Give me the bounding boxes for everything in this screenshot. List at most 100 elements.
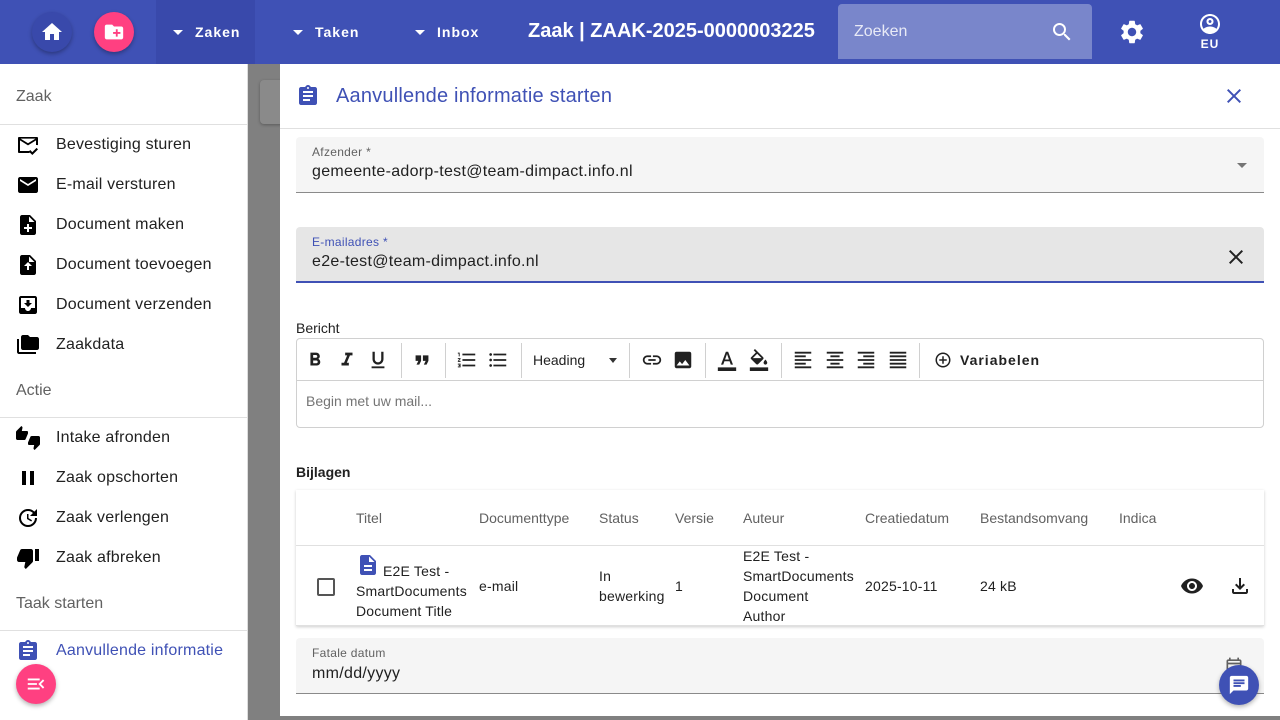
align-left-icon bbox=[794, 351, 812, 369]
link-button[interactable] bbox=[640, 348, 664, 372]
dropdown-arrow-icon bbox=[1237, 163, 1247, 168]
bullet-list-button[interactable] bbox=[486, 348, 510, 372]
cell-status-line: bewerking bbox=[599, 588, 665, 604]
toolbar-divider bbox=[781, 343, 782, 378]
sidebar-item-document-maken[interactable]: Document maken bbox=[0, 205, 247, 245]
fatale-datum-value[interactable]: mm/dd/yyyy bbox=[312, 665, 400, 683]
column-header-bestandsomvang[interactable]: Bestandsomvang bbox=[980, 510, 1088, 526]
heading-select[interactable]: Heading bbox=[533, 352, 585, 368]
fatale-datum-label: Fatale datum bbox=[312, 646, 386, 660]
home-button[interactable] bbox=[32, 12, 72, 52]
section-title-taak-starten: Taak starten bbox=[16, 595, 104, 612]
email-field[interactable]: E-mailadres * e2e-test@team-dimpact.info… bbox=[296, 227, 1264, 283]
pause-icon bbox=[22, 471, 34, 485]
image-button[interactable] bbox=[671, 348, 695, 372]
column-header-creatiedatum[interactable]: Creatiedatum bbox=[865, 510, 949, 526]
mark-email-read-icon bbox=[18, 137, 38, 155]
download-icon bbox=[1232, 578, 1248, 594]
align-center-icon bbox=[826, 351, 844, 369]
notes-button[interactable] bbox=[1219, 665, 1259, 705]
sidebar-item-label: Document verzenden bbox=[56, 296, 212, 313]
message-editor[interactable]: Begin met uw mail... bbox=[296, 380, 1264, 428]
chat-icon bbox=[1229, 675, 1249, 695]
cell-documenttype: e-mail bbox=[479, 578, 519, 594]
toggle-sidebar-button[interactable] bbox=[16, 664, 56, 704]
menu-inbox-button[interactable]: Inbox bbox=[415, 0, 479, 64]
sidebar-item-label: Document maken bbox=[56, 216, 185, 233]
toolbar-divider bbox=[629, 343, 630, 378]
assignment-icon bbox=[19, 640, 37, 660]
quote-icon bbox=[415, 355, 429, 365]
preview-button[interactable] bbox=[1180, 574, 1204, 598]
sidebar-item-document-verzenden[interactable]: Document verzenden bbox=[0, 285, 247, 325]
sidebar-item-label: Zaak verlengen bbox=[56, 509, 170, 526]
cell-titel-line: Document Title bbox=[356, 603, 453, 619]
editor-placeholder: Begin met uw mail... bbox=[306, 393, 433, 409]
column-header-documenttype[interactable]: Documenttype bbox=[479, 510, 569, 526]
text-color-button[interactable] bbox=[715, 348, 739, 372]
bold-icon bbox=[310, 352, 321, 366]
variables-button[interactable]: Variabelen bbox=[934, 348, 1040, 372]
sidebar-item-bevestiging-sturen[interactable]: Bevestiging sturen bbox=[0, 125, 247, 165]
toolbar-divider bbox=[401, 343, 402, 378]
align-center-button[interactable] bbox=[823, 348, 847, 372]
gear-icon bbox=[1121, 20, 1143, 44]
eye-icon bbox=[1181, 578, 1203, 594]
numbered-list-icon bbox=[457, 352, 476, 368]
sidebar-item-intake-afronden[interactable]: Intake afronden bbox=[0, 418, 247, 458]
bold-button[interactable] bbox=[303, 348, 327, 372]
document-icon bbox=[360, 555, 376, 575]
user-menu-button[interactable]: EU bbox=[1190, 12, 1230, 51]
cell-titel-line: SmartDocuments bbox=[356, 583, 467, 599]
sidebar-item-document-toevoegen[interactable]: Document toevoegen bbox=[0, 245, 247, 285]
new-case-button[interactable] bbox=[94, 12, 134, 52]
download-button[interactable] bbox=[1228, 574, 1252, 598]
underline-icon bbox=[371, 351, 385, 369]
align-justify-button[interactable] bbox=[886, 348, 910, 372]
case-actions-sidebar: Zaak Bevestiging sturen E-mail versturen… bbox=[0, 64, 248, 720]
settings-button[interactable] bbox=[1118, 18, 1146, 46]
search-icon bbox=[1053, 23, 1071, 41]
email-label: E-mailadres * bbox=[312, 235, 388, 249]
highlight-color-button[interactable] bbox=[747, 348, 771, 372]
sidebar-item-zaak-afbreken[interactable]: Zaak afbreken bbox=[0, 538, 247, 578]
row-select-checkbox[interactable] bbox=[317, 578, 335, 596]
column-header-titel[interactable]: Titel bbox=[356, 510, 382, 526]
assignment-icon bbox=[296, 84, 320, 108]
search-button[interactable] bbox=[1050, 20, 1074, 44]
clear-email-button[interactable] bbox=[1224, 245, 1248, 269]
fatale-datum-field[interactable]: Fatale datum mm/dd/yyyy bbox=[296, 638, 1264, 694]
menu-zaken-label: Zaken bbox=[195, 24, 241, 40]
search-input[interactable] bbox=[854, 20, 1044, 44]
align-left-button[interactable] bbox=[791, 348, 815, 372]
close-drawer-button[interactable] bbox=[1222, 84, 1246, 108]
quote-button[interactable] bbox=[410, 348, 434, 372]
afzender-value: gemeente-adorp-test@team-dimpact.info.nl bbox=[312, 163, 633, 180]
dropdown-arrow-icon bbox=[609, 358, 617, 363]
sidebar-item-label: Bevestiging sturen bbox=[56, 136, 192, 153]
dropdown-arrow-icon bbox=[293, 29, 303, 35]
email-value[interactable]: e2e-test@team-dimpact.info.nl bbox=[312, 253, 539, 271]
home-icon bbox=[42, 23, 62, 40]
align-right-button[interactable] bbox=[854, 348, 878, 372]
italic-button[interactable] bbox=[335, 348, 359, 372]
toolbar-divider bbox=[705, 343, 706, 378]
user-initials: EU bbox=[1200, 37, 1220, 51]
note-add-icon bbox=[20, 215, 36, 235]
menu-taken-button[interactable]: Taken bbox=[293, 0, 359, 64]
sidebar-item-label: E-mail versturen bbox=[56, 176, 176, 193]
menu-open-icon bbox=[27, 678, 45, 690]
sidebar-item-zaak-opschorten[interactable]: Zaak opschorten bbox=[0, 458, 247, 498]
menu-zaken-button[interactable]: Zaken bbox=[156, 0, 255, 64]
sidebar-item-email-versturen[interactable]: E-mail versturen bbox=[0, 165, 247, 205]
afzender-select[interactable]: Afzender * gemeente-adorp-test@team-dimp… bbox=[296, 137, 1264, 193]
column-header-status[interactable]: Status bbox=[599, 510, 639, 526]
sidebar-item-zaak-verlengen[interactable]: Zaak verlengen bbox=[0, 498, 247, 538]
sidebar-item-zaakdata[interactable]: Zaakdata bbox=[0, 325, 247, 365]
underline-button[interactable] bbox=[366, 348, 390, 372]
sidebar-item-label: Zaakdata bbox=[56, 336, 125, 353]
column-header-indicaties[interactable]: Indica bbox=[1119, 510, 1156, 526]
column-header-versie[interactable]: Versie bbox=[675, 510, 714, 526]
ordered-list-button[interactable] bbox=[455, 348, 479, 372]
column-header-auteur[interactable]: Auteur bbox=[743, 510, 784, 526]
